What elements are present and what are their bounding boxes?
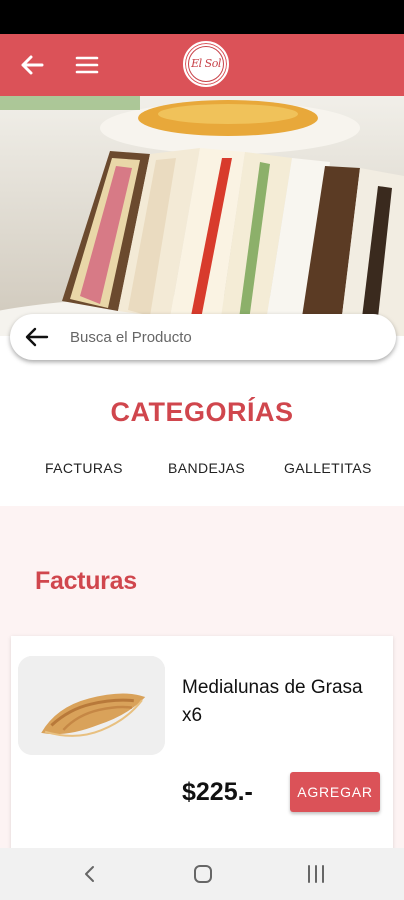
status-bar	[0, 0, 404, 34]
chevron-left-icon[interactable]	[80, 864, 100, 884]
brand-logo-text: El Sol	[191, 57, 221, 70]
app-bar: El Sol	[0, 34, 404, 96]
search-bar[interactable]	[10, 314, 396, 360]
system-navigation-bar	[0, 848, 404, 900]
product-price: $225.-	[182, 778, 253, 806]
add-to-cart-button[interactable]: AGREGAR	[290, 772, 380, 812]
categories-title: CATEGORÍAS	[110, 397, 294, 427]
hero-image-sandwiches	[0, 96, 404, 336]
tab-galletitas[interactable]: GALLETITAS	[284, 460, 372, 476]
tab-facturas[interactable]: FACTURAS	[45, 460, 123, 476]
arrow-left-icon[interactable]	[18, 51, 46, 79]
category-tabs: FACTURAS BANDEJAS GALLETITAS	[0, 460, 404, 480]
tab-bandejas[interactable]: BANDEJAS	[168, 460, 245, 476]
arrow-left-icon[interactable]	[24, 325, 50, 349]
hamburger-menu-icon[interactable]	[73, 51, 101, 79]
section-title: Facturas	[35, 567, 137, 595]
home-square-icon[interactable]	[192, 863, 214, 885]
search-input[interactable]	[70, 322, 380, 352]
product-image	[18, 656, 165, 755]
brand-logo[interactable]: El Sol	[183, 41, 229, 87]
recents-lines-icon[interactable]	[305, 864, 327, 884]
product-name: Medialunas de Grasa x6	[182, 677, 363, 726]
product-card[interactable]: Medialunas de Grasa x6 $225.- AGREGAR	[11, 636, 393, 866]
